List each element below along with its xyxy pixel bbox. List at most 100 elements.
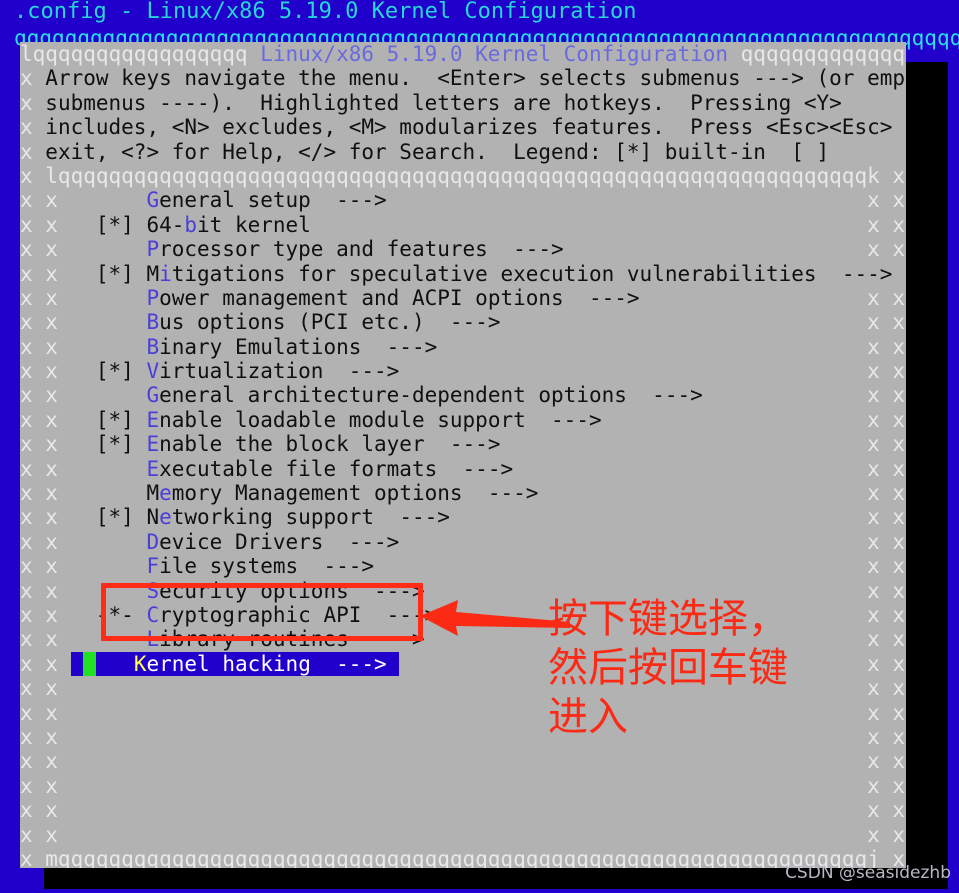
menu-item-hotkey: K	[133, 651, 147, 676]
help-text-3: exit, <?> for Help, </> for Search. Lege…	[45, 139, 830, 164]
menu-row-left-frame: x x	[20, 505, 71, 530]
dialog-title: Linux/x86 5.19.0 Kernel Configuration	[260, 42, 729, 66]
menu-row-right-frame: x x	[538, 481, 906, 506]
menu-row-right-frame: x x	[399, 359, 906, 384]
menu-item-label-prefix: N	[146, 505, 160, 530]
menu-item-hotkey: E	[146, 456, 160, 481]
menu-item-mark	[71, 627, 147, 651]
menu-item-hotkey: D	[146, 529, 160, 554]
menu-item-bus-options-pci-etc[interactable]: x x Bus options (PCI etc.) ---> x x	[20, 310, 906, 334]
menu-item-label: ryptographic API --->	[159, 602, 438, 627]
menu-item-mark	[71, 554, 147, 578]
menu-item-binary-emulations[interactable]: x x Binary Emulations ---> x x	[20, 335, 906, 359]
menu-item-mark	[71, 335, 147, 359]
menu-box-top-border: x lqqqqqqqqqqqqqqqqqqqqqqqqqqqqqqqqqqqqq…	[20, 163, 906, 188]
menu-item-hotkey: b	[184, 212, 198, 237]
menu-item-mark: [*]	[70, 212, 147, 237]
menu-row-left-frame: x x	[20, 334, 71, 359]
menu-item-hotkey: e	[159, 505, 172, 530]
menu-item-emory-management-options[interactable]: x x Memory Management options ---> x x	[20, 481, 906, 505]
menu-row-right-frame: x x	[892, 262, 906, 286]
menu-item-label-prefix: M	[146, 481, 160, 506]
menu-item-virtualization[interactable]: x x [*] Virtualization ---> x x	[20, 359, 906, 383]
menu-row-left-frame: x x	[20, 432, 71, 457]
menu-item-label: ower management and ACPI options --->	[159, 285, 640, 310]
menu-row-right-frame: x x	[500, 432, 906, 457]
menu-item-mark	[71, 579, 147, 603]
menu-item-file-systems[interactable]: x x File systems ---> x x	[20, 554, 906, 578]
menu-item-label: ernel hacking --->	[146, 651, 400, 676]
menu-item-hotkey: E	[146, 432, 160, 457]
menu-item-label: it kernel	[197, 212, 311, 237]
menu-row-right-frame: x x	[702, 383, 906, 408]
menu-item-executable-file-formats[interactable]: x x Executable file formats ---> x x	[20, 457, 906, 481]
menu-empty-row: x x x x	[20, 749, 906, 773]
menu-item-processor-type-and-features[interactable]: x x Processor type and features ---> x x	[20, 237, 906, 261]
menu-box-bottom-border: x mqqqqqqqqqqqqqqqqqqqqqqqqqqqqqqqqqqqqq…	[20, 846, 906, 868]
menu-row-left-frame: x x	[20, 359, 71, 384]
menu-item-mark: [*]	[70, 261, 147, 286]
menu-row-right-frame: x x	[424, 627, 906, 652]
menu-item-hotkey: P	[146, 237, 160, 262]
menu-row-right-frame: x x	[437, 334, 906, 359]
menu-item-library-routines[interactable]: x x Library routines ---> x x	[20, 627, 906, 651]
menu-row-right-frame: x x	[437, 602, 906, 627]
menu-item-security-options[interactable]: x x Security options ---> x x	[20, 579, 906, 603]
menu-item-device-drivers[interactable]: x x Device Drivers ---> x x	[20, 530, 906, 554]
menu-row-frame: x x x x	[20, 676, 906, 701]
menu-item-hotkey: L	[146, 627, 160, 652]
dialog-title-border: lqqqqqqqqqqqqqqqqq Linux/x86 5.19.0 Kern…	[20, 42, 906, 66]
menu-row-left-frame: x x	[20, 627, 71, 652]
menu-list[interactable]: x x General setup ---> x xx x [*] 64-bit…	[20, 188, 906, 847]
menu-row-left-frame: x x	[20, 481, 71, 506]
menu-item-label: inary Emulations --->	[159, 334, 438, 359]
menu-row-right-frame: x x	[399, 651, 906, 676]
kernel-config-dialog: lqqqqqqqqqqqqqqqqq Linux/x86 5.19.0 Kern…	[20, 42, 906, 868]
cursor-block	[83, 651, 96, 676]
selection-pad	[96, 652, 134, 676]
terminal-title: .config - Linux/x86 5.19.0 Kernel Config…	[14, 0, 637, 24]
help-text-0: Arrow keys navigate the menu. <Enter> se…	[45, 66, 906, 91]
menu-item-hotkey: G	[146, 188, 160, 213]
menu-item-hotkey: i	[159, 261, 172, 286]
help-line: x submenus ----). Highlighted letters ar…	[20, 90, 906, 115]
menu-item-label-prefix: M	[146, 261, 160, 286]
menu-item-label: us options (PCI etc.) --->	[159, 310, 501, 335]
menu-item-label: ile systems --->	[159, 554, 375, 579]
menu-item-general-setup[interactable]: x x General setup ---> x x	[20, 188, 906, 212]
menu-item-mark	[71, 457, 147, 481]
menu-row-right-frame: x x	[310, 212, 906, 237]
help-line: x exit, <?> for Help, </> for Search. Le…	[20, 139, 906, 164]
menu-item-hotkey: F	[146, 554, 160, 579]
menu-item-itigations-for-speculative-execution-vulnerabilities[interactable]: x x [*] Mitigations for speculative exec…	[20, 262, 906, 286]
menu-item-hotkey: B	[146, 310, 160, 335]
menu-selection-highlight[interactable]: Kernel hacking --->	[70, 651, 400, 677]
menu-item-mark: [*]	[70, 407, 147, 432]
menu-item-label: tworking support --->	[171, 505, 450, 530]
menu-item-label: eneral architecture-dependent options --…	[159, 383, 703, 408]
menu-item-power-management-and-acpi-options[interactable]: x x Power management and ACPI options --…	[20, 286, 906, 310]
menu-row-right-frame: x x	[601, 407, 906, 432]
menu-item-bit-kernel[interactable]: x x [*] 64-bit kernel x x	[20, 213, 906, 237]
menu-item-general-architecture-dependent-options[interactable]: x x General architecture-dependent optio…	[20, 383, 906, 407]
menu-item-mark	[71, 286, 147, 310]
menu-row-left-frame: x x	[20, 554, 71, 579]
menu-item-label-prefix: 64-	[146, 212, 185, 237]
menu-empty-row: x x x x	[20, 676, 906, 700]
menu-item-label: evice Drivers --->	[159, 529, 400, 554]
help-text-2: includes, <N> excludes, <M> modularizes …	[45, 115, 906, 140]
menu-item-hotkey: S	[146, 578, 160, 603]
help-text-1: submenus ----). Highlighted letters are …	[45, 90, 842, 115]
menu-row-left-frame: x x	[20, 578, 71, 603]
menu-item-label: ibrary routines --->	[159, 627, 425, 652]
menu-item-enable-the-block-layer[interactable]: x x [*] Enable the block layer ---> x x	[20, 432, 906, 456]
menu-row-right-frame: x x	[424, 578, 906, 603]
menu-row-frame: x x x x	[20, 724, 906, 749]
menu-item-kernel-hacking[interactable]: x x Kernel hacking ---> x x	[20, 651, 906, 677]
menu-item-label: irtualization --->	[159, 359, 400, 384]
menu-item-cryptographic-api[interactable]: x x -*- Cryptographic API ---> x x	[20, 603, 906, 627]
selection-pad-left	[71, 652, 84, 676]
menu-item-enable-loadable-module-support[interactable]: x x [*] Enable loadable module support -…	[20, 408, 906, 432]
menu-row-left-frame: x x	[20, 602, 71, 627]
menu-item-etworking-support[interactable]: x x [*] Networking support ---> x x	[20, 505, 906, 529]
